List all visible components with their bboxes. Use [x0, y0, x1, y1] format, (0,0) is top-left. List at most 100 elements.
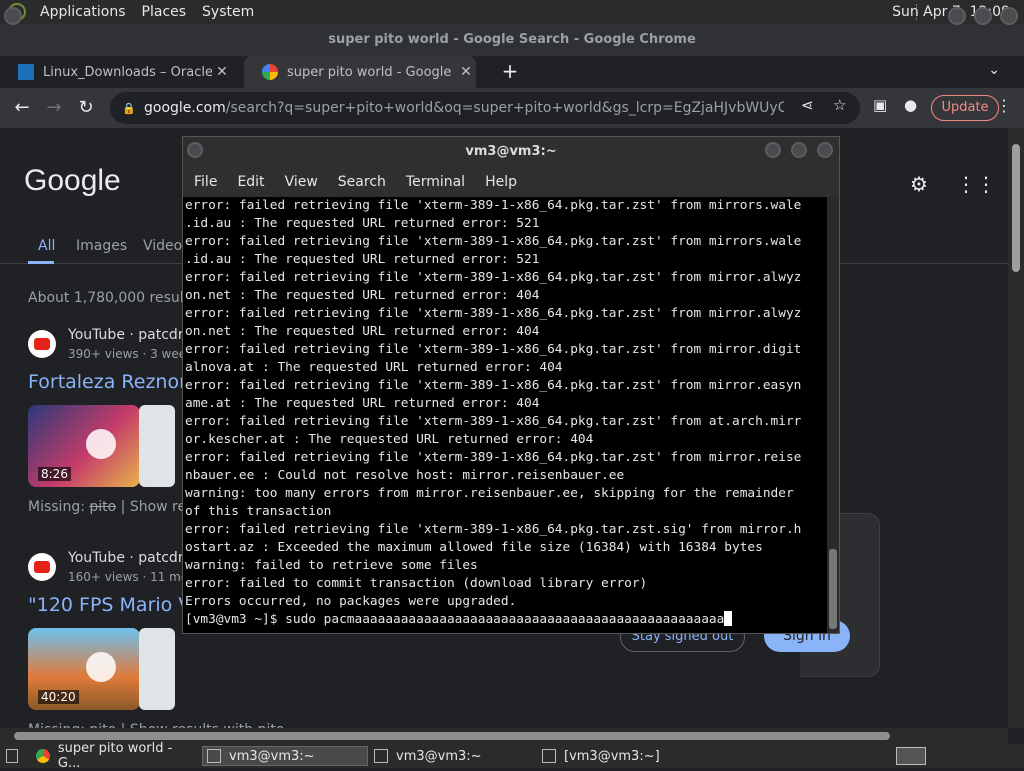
menu-file[interactable]: File [183, 174, 227, 190]
minimize-button[interactable] [948, 7, 966, 25]
terminal-output[interactable]: error: failed retrieving file 'xterm-389… [183, 197, 829, 633]
active-tab-underline [28, 261, 54, 264]
scroll-thumb[interactable] [1012, 144, 1020, 272]
terminal-line: error: failed to commit transaction (dow… [185, 576, 648, 591]
desktop-icon [6, 749, 18, 763]
terminal-line: error: failed retrieving file 'xterm-389… [185, 198, 802, 213]
taskbar-item-terminal-1[interactable]: vm3@vm3:~ [202, 746, 368, 766]
terminal-line: nbauer.ee : Could not resolve host: mirr… [185, 468, 625, 483]
terminal-icon [542, 749, 556, 763]
settings-gear-icon[interactable]: ⚙ [910, 172, 928, 196]
terminal-scrollbar[interactable] [827, 197, 839, 633]
tab-search-chevron-icon[interactable]: ⌄ [988, 62, 1000, 78]
missing-prefix: Missing: [28, 499, 90, 515]
terminal-line: error: failed retrieving file 'xterm-389… [185, 522, 802, 537]
menu-terminal[interactable]: Terminal [396, 174, 475, 190]
result-title[interactable]: "120 FPS Mario V [28, 594, 191, 616]
taskbar-item-terminal-3[interactable]: [vm3@vm3:~] [542, 746, 702, 766]
side-panel-icon[interactable]: ▣ [873, 96, 887, 114]
share-icon[interactable]: ⋖ [801, 96, 814, 114]
applications-menu[interactable]: Applications [32, 4, 134, 20]
virtualbox-favicon-icon [18, 64, 34, 80]
terminal-line: warning: too many errors from mirror.rei… [185, 486, 794, 501]
terminal-window[interactable]: vm3@vm3:~ File Edit View Search Terminal… [182, 136, 840, 634]
video-duration: 40:20 [38, 690, 79, 704]
tab-strip: Linux_Downloads – Oracle VM ✕ super pito… [0, 56, 1024, 88]
video-thumbnail[interactable]: 40:20 [28, 628, 140, 710]
tab-linux-downloads[interactable]: Linux_Downloads – Oracle VM ✕ [0, 56, 232, 88]
maximize-button[interactable] [974, 7, 992, 25]
places-menu[interactable]: Places [134, 4, 195, 20]
bookmark-star-icon[interactable]: ☆ [833, 96, 846, 114]
terminal-line: ostart.az : Exceeded the maximum allowed… [185, 540, 763, 555]
apps-grid-icon[interactable]: ⋮⋮ [956, 172, 996, 196]
workspace-switcher[interactable] [896, 747, 926, 765]
page-vertical-scrollbar[interactable] [1008, 128, 1024, 728]
google-logo[interactable]: Google [24, 164, 121, 198]
menu-help[interactable]: Help [475, 174, 527, 190]
close-tab-icon[interactable]: ✕ [456, 64, 476, 80]
terminal-line: error: failed retrieving file 'xterm-389… [185, 450, 802, 465]
results-count: About 1,780,000 results [28, 290, 197, 306]
tab-label: super pito world - Google Search [287, 64, 456, 80]
browser-toolbar: ← → ↻ 🔒 google.com/search?q=super+pito+w… [0, 88, 1024, 128]
terminal-maximize-button[interactable] [791, 142, 807, 158]
profile-avatar-icon[interactable]: ● [904, 96, 917, 114]
show-desktop-icon[interactable] [2, 746, 26, 766]
terminal-line: .id.au : The requested URL returned erro… [185, 252, 540, 267]
terminal-line: on.net : The requested URL returned erro… [185, 288, 540, 303]
menu-view[interactable]: View [275, 174, 328, 190]
terminal-prompt-line[interactable]: [vm3@vm3 ~]$ sudo pacmaaaaaaaaaaaaaaaaaa… [183, 611, 829, 629]
close-window-button[interactable] [1000, 7, 1018, 25]
result-source[interactable]: YouTube · patcdr [68, 327, 184, 343]
lock-icon[interactable]: 🔒 [122, 102, 136, 115]
top-panel: Applications Places System Sun Apr 7, 12… [0, 0, 1024, 24]
terminal-prompt[interactable]: [vm3@vm3 ~]$ sudo pacmaaaaaaaaaaaaaaaaaa… [185, 612, 724, 627]
result-title[interactable]: Fortaleza Reznor [28, 371, 187, 393]
terminal-window-menu-button[interactable] [187, 142, 203, 158]
update-button[interactable]: Update [931, 95, 999, 121]
chrome-menu-icon[interactable]: ⋮ [996, 96, 1012, 115]
terminal-line: error: failed retrieving file 'xterm-389… [185, 306, 802, 321]
reload-icon[interactable]: ↻ [74, 96, 98, 120]
forward-arrow-icon[interactable]: → [42, 96, 66, 120]
taskbar-label: [vm3@vm3:~] [564, 748, 660, 764]
tab-google-search[interactable]: super pito world - Google Search ✕ [244, 56, 476, 88]
taskbar-item-chrome[interactable]: super pito world - G... [36, 741, 198, 771]
result-source[interactable]: YouTube · patcdr [68, 550, 184, 566]
terminal-line: .id.au : The requested URL returned erro… [185, 216, 540, 231]
terminal-line: error: failed retrieving file 'xterm-389… [185, 342, 802, 357]
url-domain: google.com [144, 100, 226, 116]
terminal-icon [207, 749, 221, 763]
chrome-icon [36, 749, 50, 763]
terminal-line: error: failed retrieving file 'xterm-389… [185, 378, 802, 393]
system-menu[interactable]: System [194, 4, 262, 20]
video-thumbnail-secondary[interactable] [139, 405, 175, 487]
terminal-line: of this transaction [185, 504, 332, 519]
scroll-thumb[interactable] [14, 732, 890, 740]
youtube-icon [28, 553, 56, 581]
terminal-scroll-thumb[interactable] [829, 549, 837, 629]
taskbar-label: vm3@vm3:~ [396, 748, 482, 764]
close-tab-icon[interactable]: ✕ [212, 64, 232, 80]
address-bar[interactable]: 🔒 google.com/search?q=super+pito+world&o… [110, 92, 860, 124]
taskbar-label: super pito world - G... [57, 741, 173, 771]
new-tab-icon[interactable]: + [499, 60, 521, 82]
window-menu-button[interactable] [4, 7, 22, 25]
terminal-close-button[interactable] [817, 142, 833, 158]
terminal-line: or.kescher.at : The requested URL return… [185, 432, 594, 447]
taskbar-label: vm3@vm3:~ [229, 748, 315, 764]
tab-all[interactable]: All [38, 238, 55, 254]
terminal-line: alnova.at : The requested URL returned e… [185, 360, 563, 375]
taskbar-item-terminal-2[interactable]: vm3@vm3:~ [374, 746, 534, 766]
terminal-line: error: failed retrieving file 'xterm-389… [185, 414, 802, 429]
tab-images[interactable]: Images [76, 238, 127, 254]
video-thumbnail[interactable]: 8:26 [28, 405, 140, 487]
back-arrow-icon[interactable]: ← [10, 96, 34, 120]
terminal-line: warning: failed to retrieve some files [185, 558, 478, 573]
menu-search[interactable]: Search [328, 174, 396, 190]
terminal-minimize-button[interactable] [765, 142, 781, 158]
menu-edit[interactable]: Edit [227, 174, 274, 190]
video-duration: 8:26 [38, 467, 71, 481]
video-thumbnail-secondary[interactable] [139, 628, 175, 710]
